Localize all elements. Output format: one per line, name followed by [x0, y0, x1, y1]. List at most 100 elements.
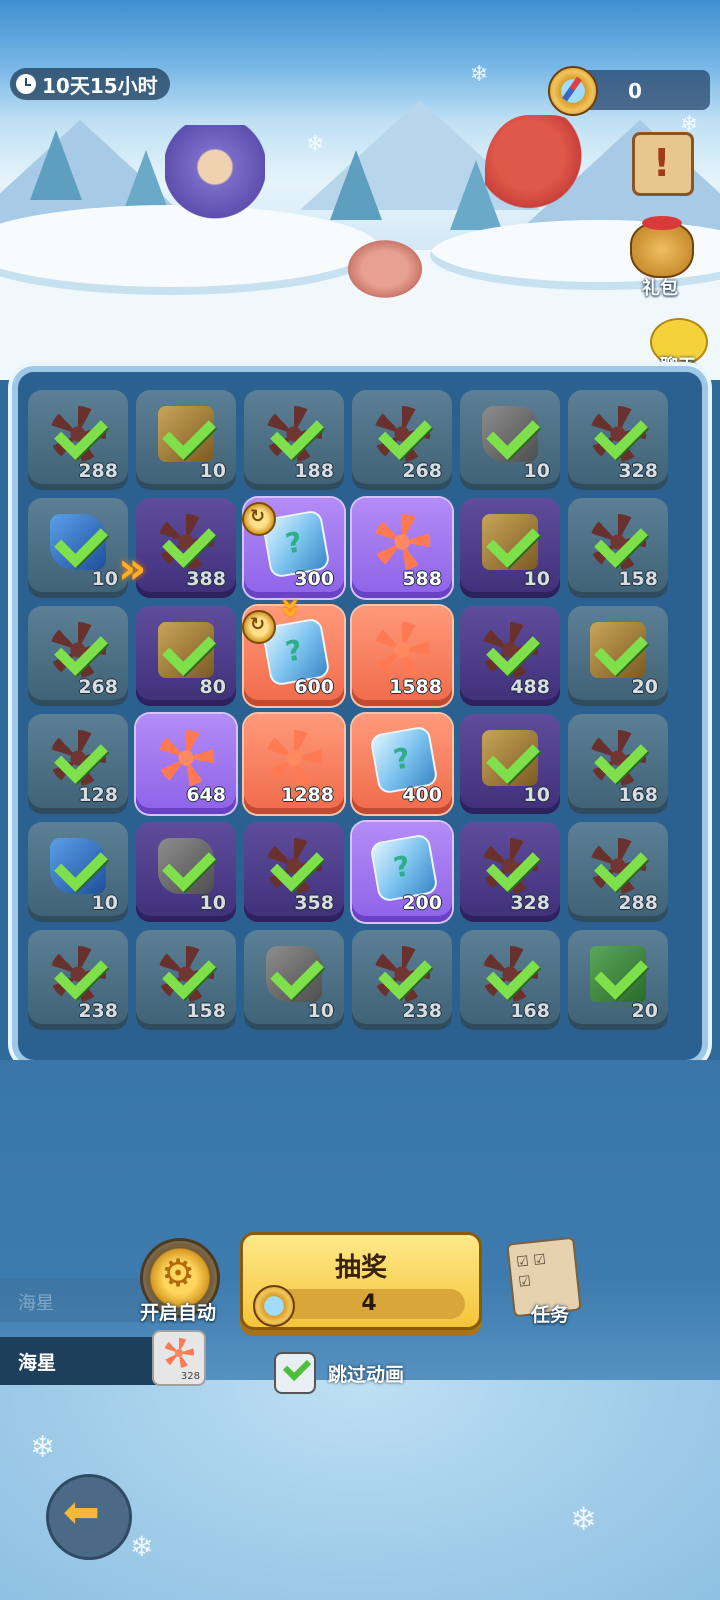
pig-detective-character: [345, 238, 425, 300]
board-tile: 10: [28, 822, 128, 922]
gift-pack-button[interactable]: [630, 216, 694, 278]
tile-value: 1588: [389, 676, 442, 698]
task-label: 任务: [530, 1304, 569, 1326]
board-tile[interactable]: 358: [244, 822, 344, 922]
tile-value: 188: [294, 460, 334, 482]
board-tile[interactable]: 10: [460, 714, 560, 814]
board-tile[interactable]: 80: [136, 606, 236, 706]
event-timer: 10天15小时: [10, 68, 170, 100]
board-tile: 158: [136, 930, 236, 1030]
target-name-faded: 海星: [18, 1293, 54, 1314]
tile-value: 388: [186, 568, 226, 590]
starfish-icon: [266, 730, 322, 786]
board-tile: 20: [568, 930, 668, 1030]
board-tile: 168: [568, 714, 668, 814]
tile-value: 400: [402, 784, 442, 806]
board-tile: 10: [28, 498, 128, 598]
compass-icon: [548, 66, 598, 116]
skip-animation-label: 跳过动画: [328, 1364, 405, 1386]
tile-value: 128: [78, 784, 118, 806]
board-tile: 10: [136, 390, 236, 490]
tile-value: 268: [78, 676, 118, 698]
pine-tree: [330, 150, 382, 220]
refresh-coin-icon: [242, 502, 276, 536]
tile-value: 10: [523, 568, 550, 590]
target-count: 328: [180, 1371, 200, 1382]
board-tile[interactable]: 400: [352, 714, 452, 814]
back-button[interactable]: [46, 1474, 132, 1560]
board-tile[interactable]: 328: [460, 822, 560, 922]
board-tile[interactable]: 388: [136, 498, 236, 598]
board-tile: 328: [568, 390, 668, 490]
tile-value: 10: [91, 568, 118, 590]
board-tile[interactable]: 588: [352, 498, 452, 598]
tile-value: 600: [294, 676, 334, 698]
board-tile[interactable]: 10: [136, 822, 236, 922]
snowflake-icon: ❄: [470, 62, 489, 87]
snowflake-icon: ❄: [306, 132, 325, 157]
tile-value: 288: [78, 460, 118, 482]
board-tile[interactable]: 200: [352, 822, 452, 922]
starfish-icon: [374, 622, 430, 678]
tile-value: 10: [523, 460, 550, 482]
tile-value: 10: [91, 892, 118, 914]
board-tile: 10: [244, 930, 344, 1030]
board-tile[interactable]: 1588: [352, 606, 452, 706]
clock-icon: [16, 74, 36, 94]
starfish-icon: [374, 514, 430, 570]
refresh-coin-icon: [242, 610, 276, 644]
board-tile[interactable]: 648: [136, 714, 236, 814]
tile-value: 238: [402, 1000, 442, 1022]
tile-value: 10: [199, 892, 226, 914]
board-tile[interactable]: 10: [460, 498, 560, 598]
tile-value: 10: [199, 460, 226, 482]
board-tile: 238: [352, 930, 452, 1030]
tile-value: 288: [618, 892, 658, 914]
tile-value: 1288: [281, 784, 334, 806]
tile-value: 80: [199, 676, 226, 698]
draw-title: 抽奖: [334, 1253, 387, 1283]
target-name: 海星: [18, 1352, 57, 1374]
starfish-icon: [164, 1338, 194, 1368]
tile-value: 300: [294, 568, 334, 590]
board-tile: 288: [568, 822, 668, 922]
tile-value: 648: [186, 784, 226, 806]
starfish-icon: [158, 730, 214, 786]
board-tile: 10: [460, 390, 560, 490]
dig-board: 288 10 188 268 10 328 10 388 300 588 10 158 268 80 600…: [18, 372, 702, 1060]
board-tile: 268: [352, 390, 452, 490]
notice-scroll-button[interactable]: [632, 132, 694, 196]
board-tile: 238: [28, 930, 128, 1030]
snowflake-icon: ❄: [30, 1430, 56, 1465]
dino-character: [485, 115, 595, 250]
gift-label: 礼包: [642, 278, 678, 299]
tile-value: 168: [618, 784, 658, 806]
target-item-icon: 328: [152, 1330, 206, 1386]
tile-value: 20: [631, 1000, 658, 1022]
draw-button[interactable]: 抽奖 4: [240, 1232, 482, 1330]
board-tile: 158: [568, 498, 668, 598]
chevron-right-icon: »: [118, 543, 147, 594]
compass-count: 0: [628, 79, 642, 103]
tile-value: 328: [618, 460, 658, 482]
board-tile[interactable]: 1288: [244, 714, 344, 814]
tile-value: 10: [307, 1000, 334, 1022]
board-tile[interactable]: 488: [460, 606, 560, 706]
draw-cost: 4: [273, 1289, 465, 1319]
auto-play-label: 开启自动: [139, 1302, 216, 1324]
board-tile: 188: [244, 390, 344, 490]
tile-value: 268: [402, 460, 442, 482]
tile-value: 158: [618, 568, 658, 590]
tile-value: 158: [186, 1000, 226, 1022]
tile-value: 10: [523, 784, 550, 806]
snowflake-icon: ❄: [570, 1500, 597, 1538]
tile-value: 238: [78, 1000, 118, 1022]
board-tile: 268: [28, 606, 128, 706]
tile-value: 20: [631, 676, 658, 698]
compass-icon: [253, 1285, 295, 1327]
snowflake-icon: ❄: [130, 1530, 154, 1563]
skip-animation-checkbox[interactable]: [274, 1352, 316, 1394]
board-tile: 128: [28, 714, 128, 814]
board-tile: 288: [28, 390, 128, 490]
tile-value: 200: [402, 892, 442, 914]
